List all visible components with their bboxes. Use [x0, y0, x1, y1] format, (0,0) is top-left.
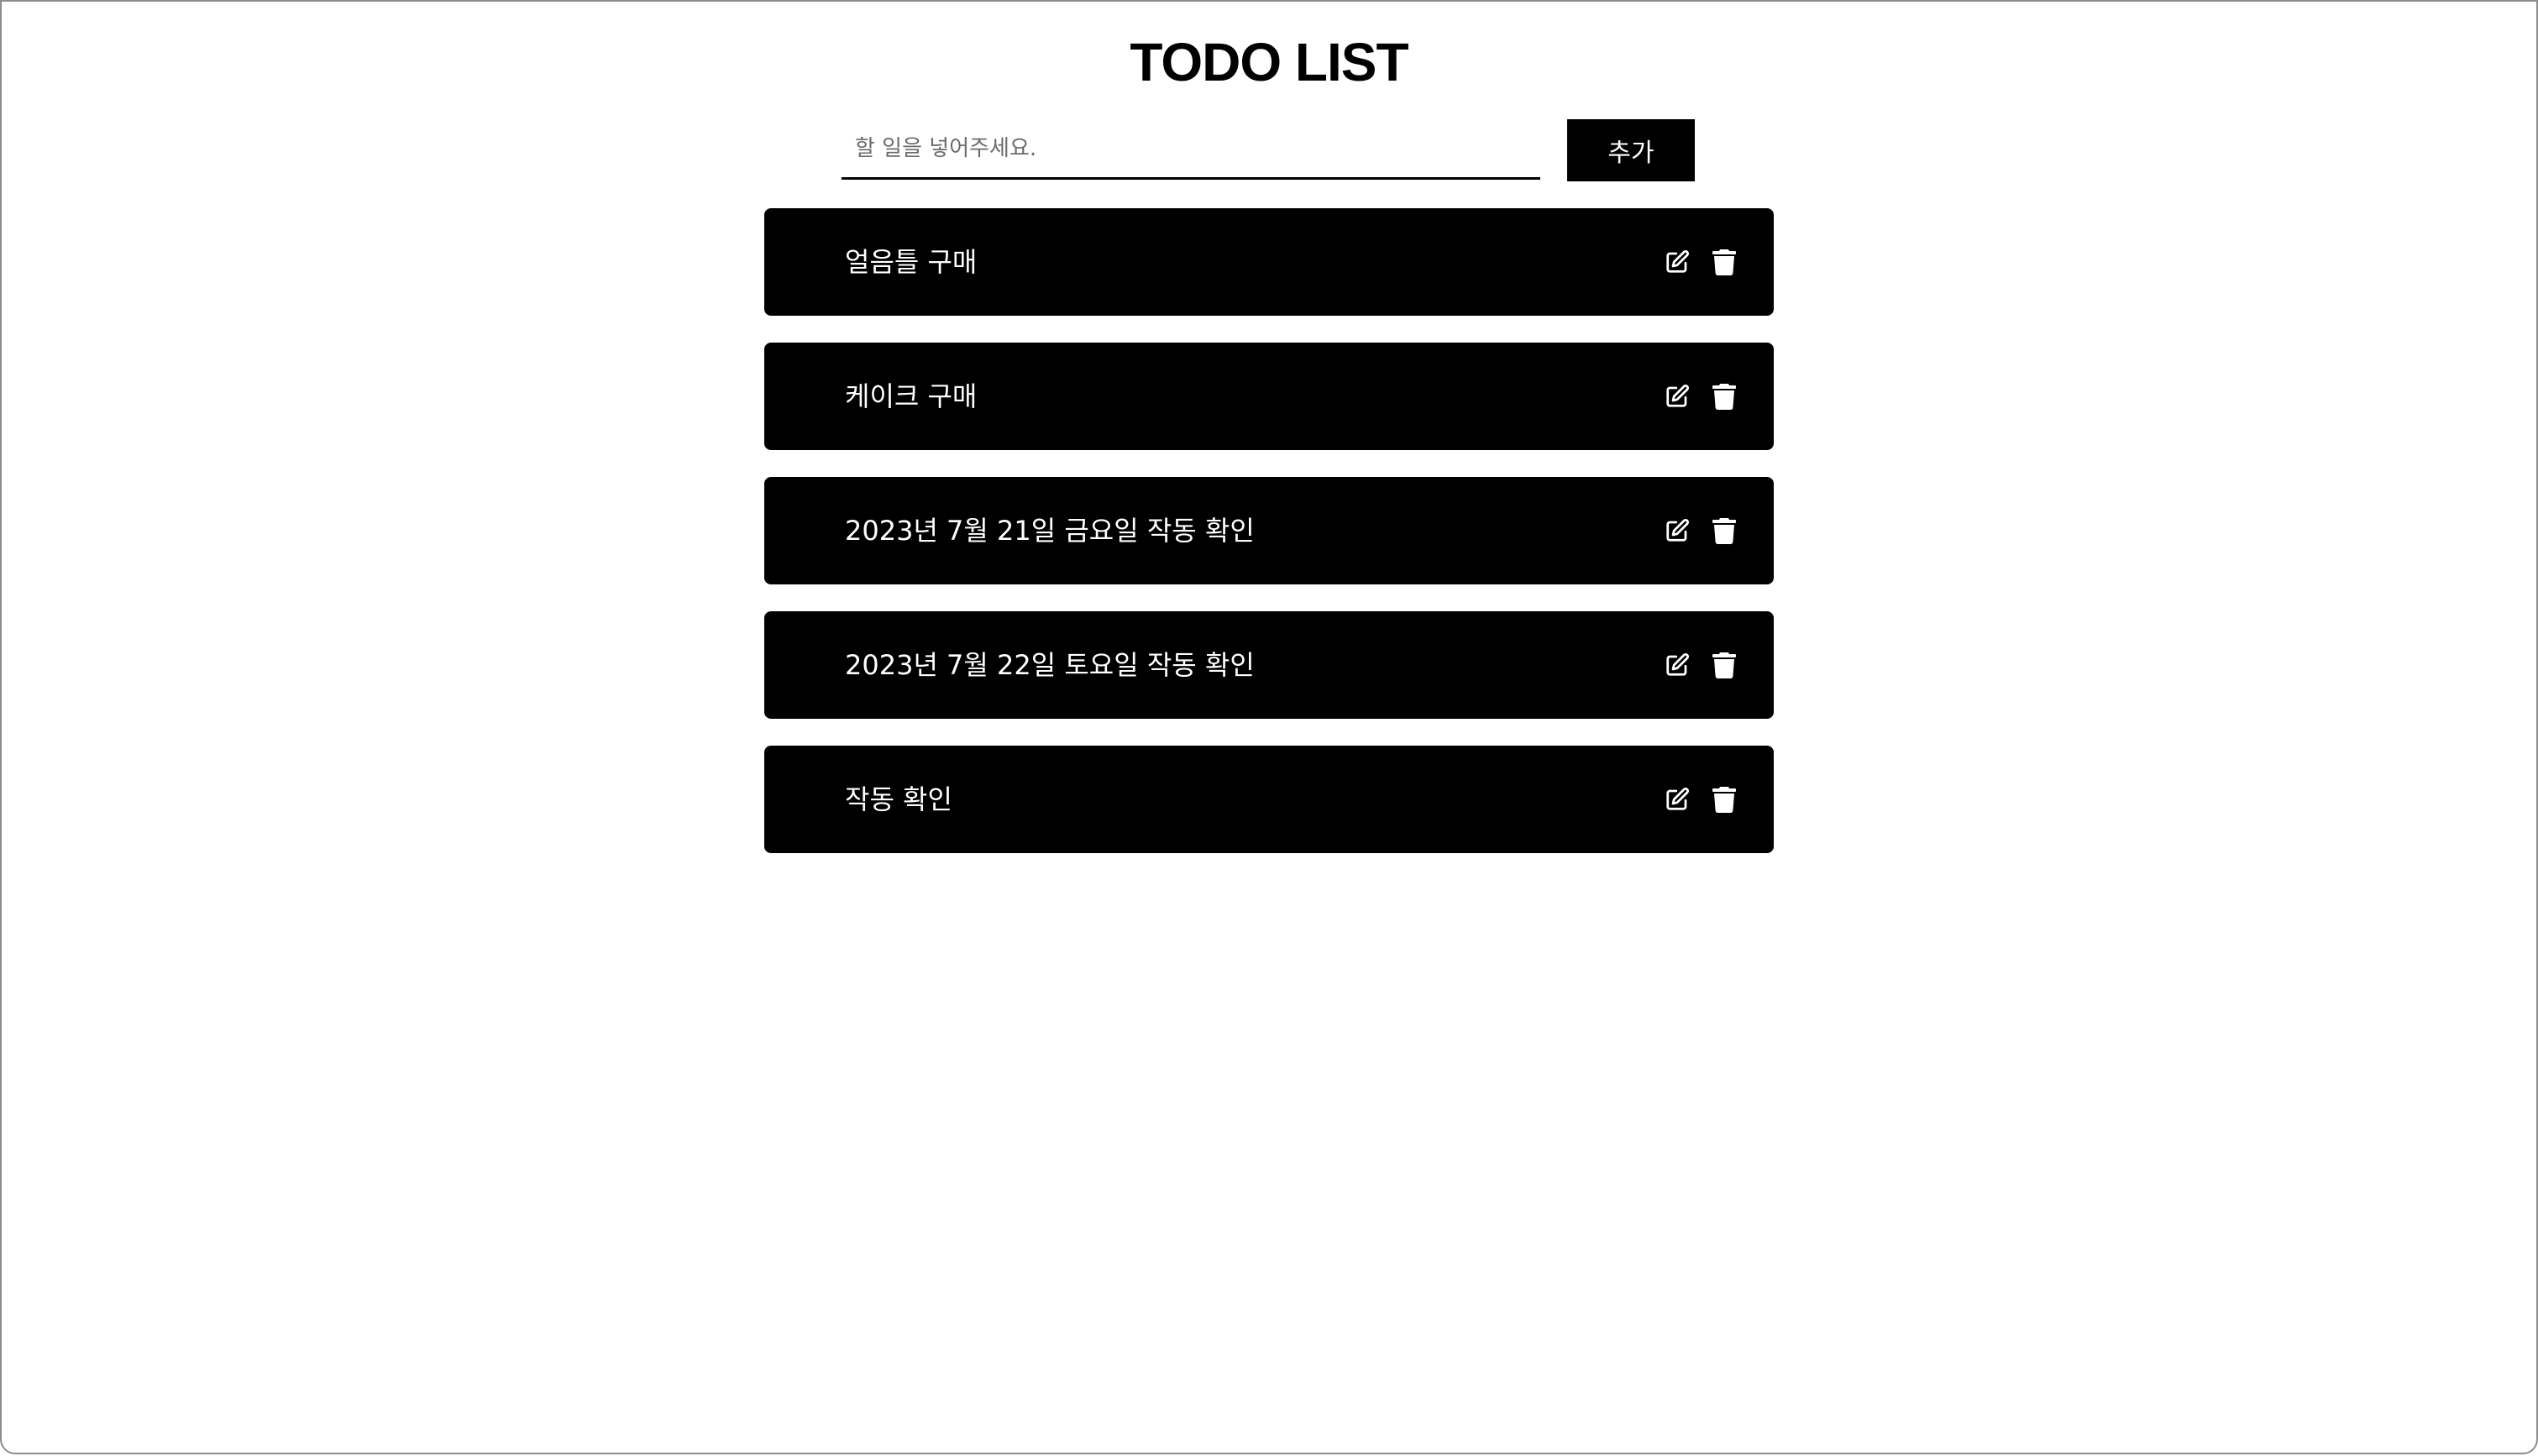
trash-icon[interactable] — [1710, 248, 1738, 276]
todo-item: 2023년 7월 21일 금요일 작동 확인 — [764, 477, 1774, 584]
add-button[interactable]: 추가 — [1567, 119, 1695, 181]
edit-icon[interactable] — [1663, 651, 1691, 679]
todo-item: 얼음틀 구매 — [764, 208, 1774, 316]
todo-text: 작동 확인 — [845, 783, 952, 815]
todo-actions — [1663, 746, 1738, 853]
todo-input[interactable] — [842, 119, 1540, 180]
page-title: TODO LIST — [1130, 32, 1408, 92]
todo-text: 케이크 구매 — [845, 380, 978, 412]
app-window: TODO LIST 추가 얼음틀 구매 케이크 구매 — [0, 0, 2538, 1454]
todo-item: 2023년 7월 22일 토요일 작동 확인 — [764, 611, 1774, 719]
todo-actions — [1663, 611, 1738, 719]
trash-icon[interactable] — [1710, 785, 1738, 814]
todo-text: 2023년 7월 21일 금요일 작동 확인 — [845, 515, 1255, 547]
todo-actions — [1663, 208, 1738, 316]
edit-icon[interactable] — [1663, 382, 1691, 411]
todo-actions — [1663, 477, 1738, 584]
todo-form: 추가 — [842, 119, 1695, 183]
todo-list: 얼음틀 구매 케이크 구매 2023년 7월 21일 금요일 작동 확인 202… — [764, 208, 1774, 880]
todo-item: 케이크 구매 — [764, 343, 1774, 450]
edit-icon[interactable] — [1663, 516, 1691, 545]
todo-item: 작동 확인 — [764, 746, 1774, 853]
todo-actions — [1663, 343, 1738, 450]
todo-text: 얼음틀 구매 — [845, 246, 978, 278]
trash-icon[interactable] — [1710, 382, 1738, 411]
trash-icon[interactable] — [1710, 516, 1738, 545]
edit-icon[interactable] — [1663, 248, 1691, 276]
edit-icon[interactable] — [1663, 785, 1691, 814]
todo-text: 2023년 7월 22일 토요일 작동 확인 — [845, 649, 1255, 681]
trash-icon[interactable] — [1710, 651, 1738, 679]
